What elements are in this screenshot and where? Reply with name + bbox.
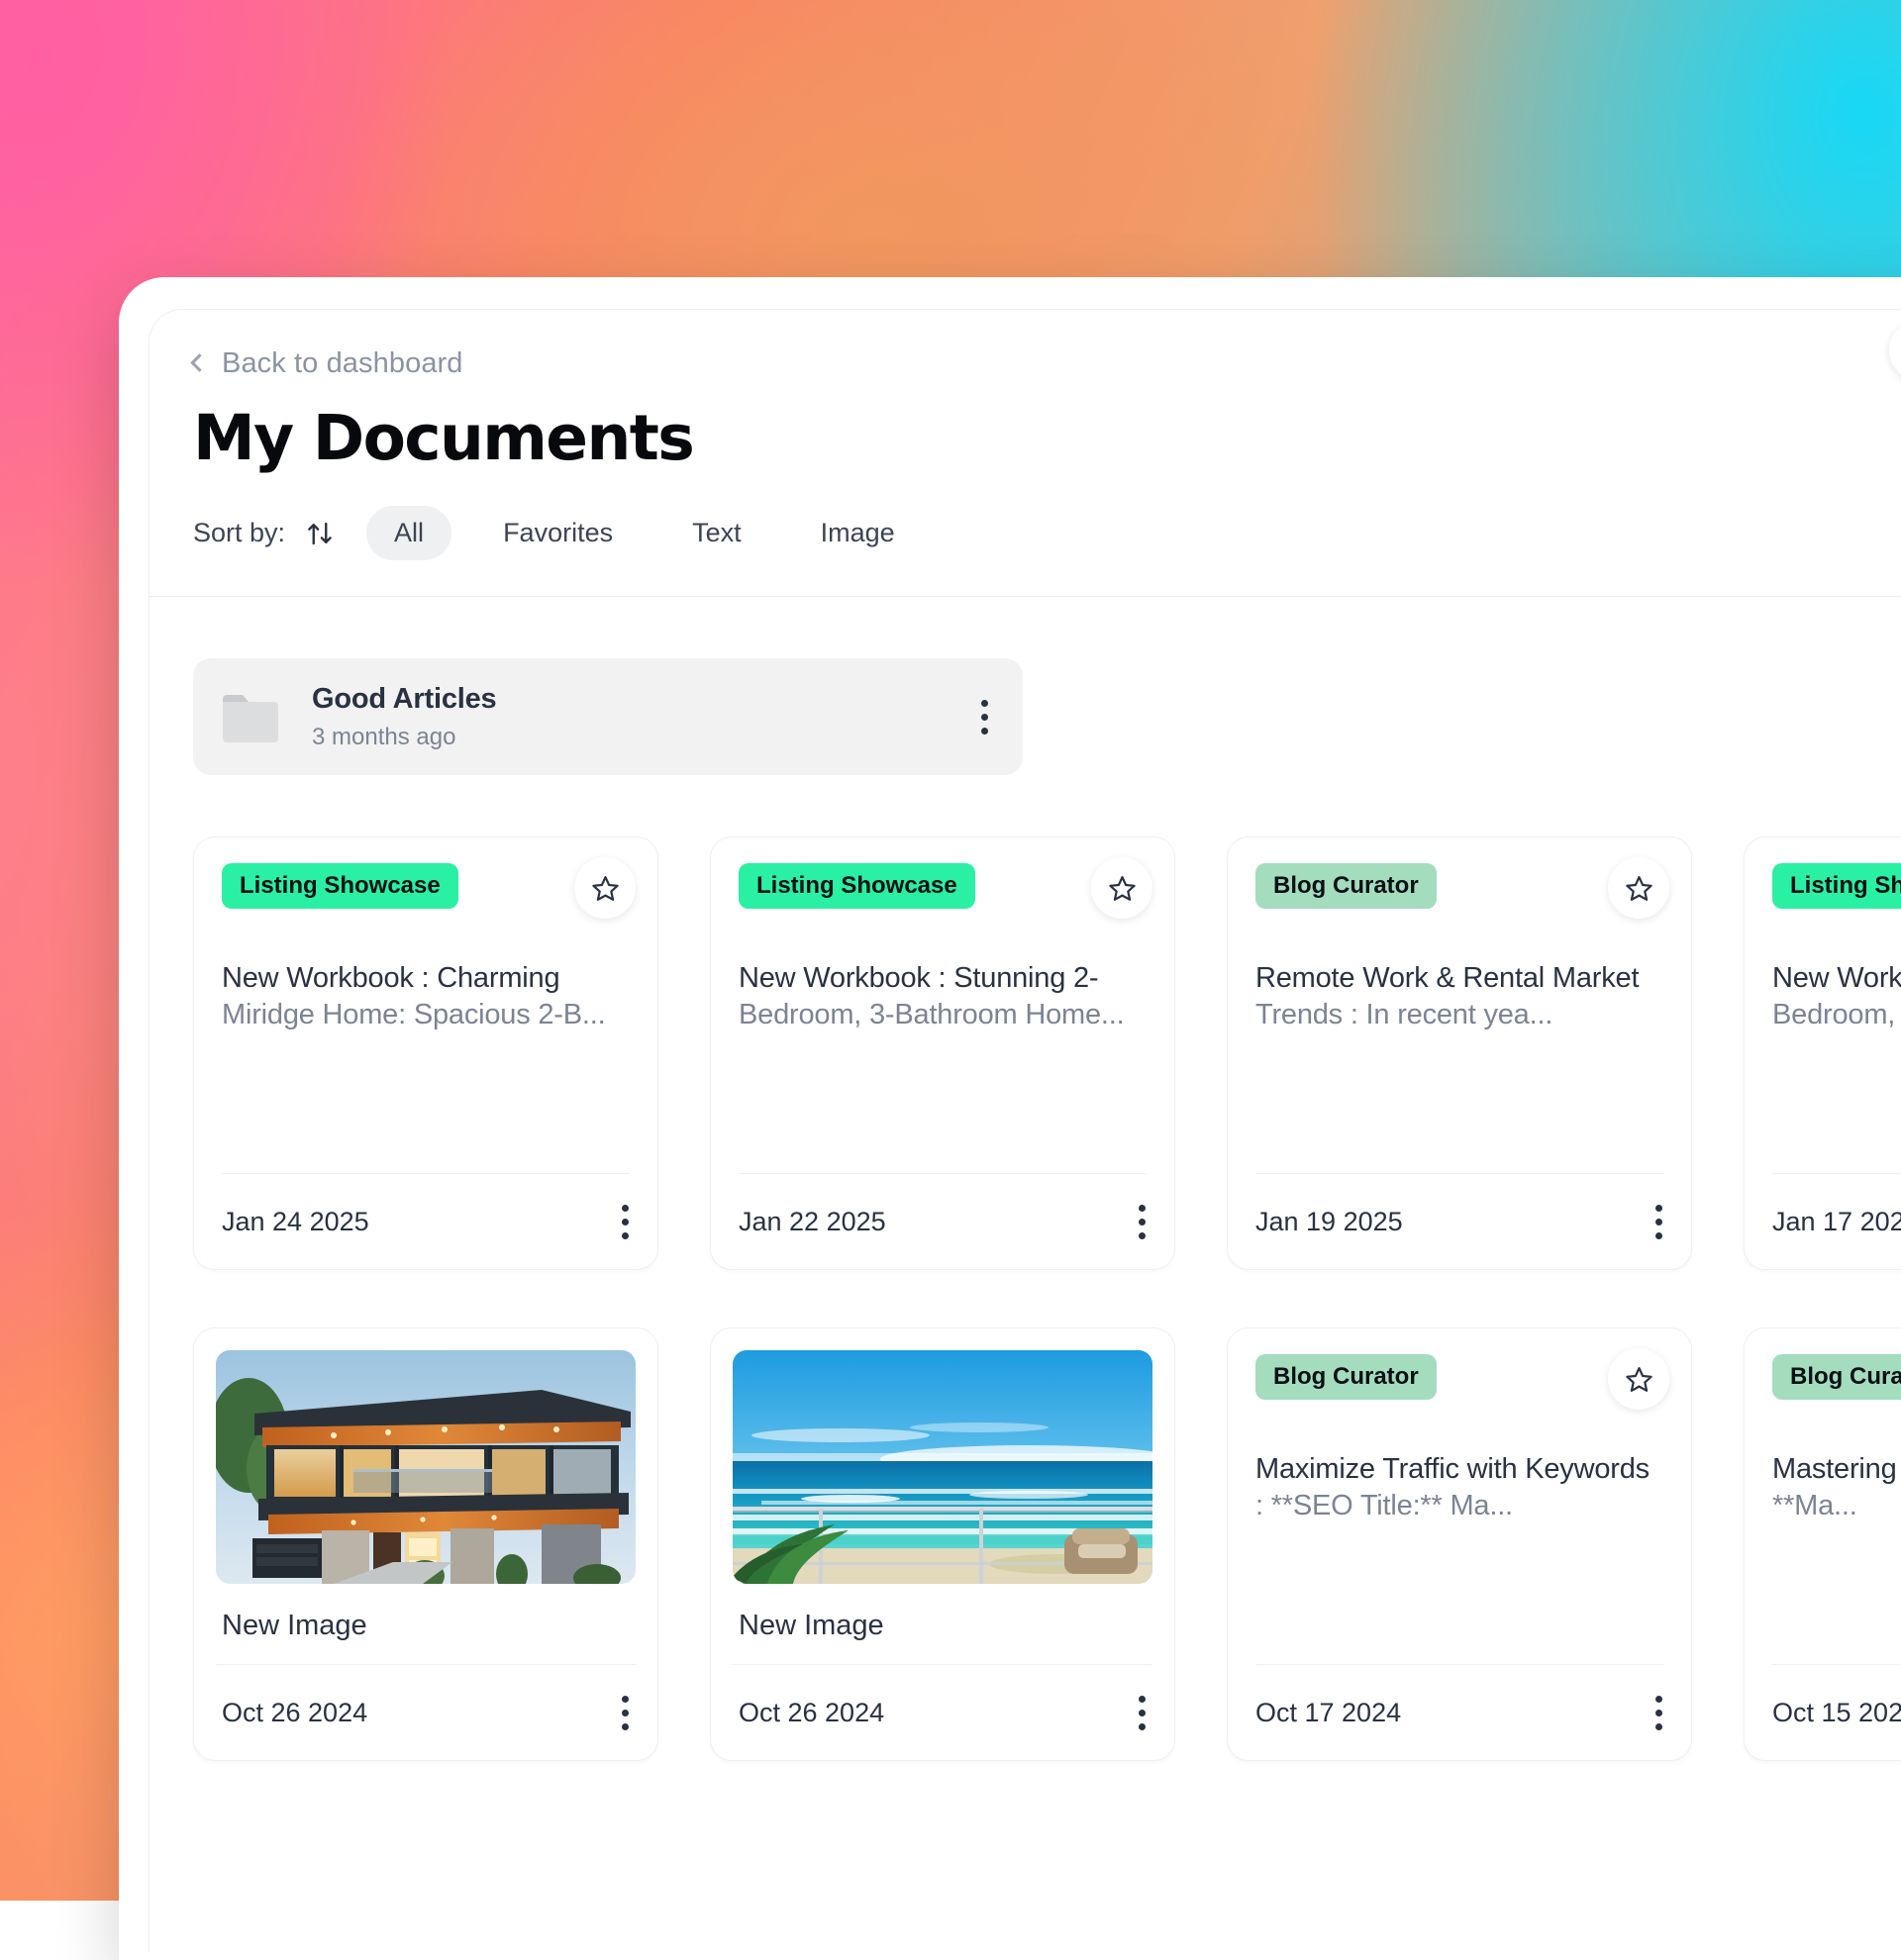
folder-row[interactable]: Good Articles 3 months ago <box>193 658 1023 775</box>
card-kebab-menu-icon[interactable] <box>1653 1205 1663 1239</box>
status-badge: Listing Showcase <box>1772 863 1901 909</box>
card-date: Oct 15 2024 <box>1772 1698 1901 1728</box>
folder-name: Good Articles <box>312 683 979 716</box>
card-title-block: Mastering Keyword Research **Ma... <box>1772 1451 1901 1523</box>
image-card[interactable]: New Image Oct 26 2024 <box>193 1327 658 1761</box>
folder-icon <box>221 691 282 742</box>
card-subtitle: Bedroom, 3-Bathroom Home... <box>739 999 1124 1030</box>
card-title: New Workbook : Stunning 2- <box>1772 962 1901 994</box>
card-title-block: New Workbook : Charming Miridge Home: Sp… <box>222 960 630 1032</box>
card-footer: Oct 26 2024 <box>216 1665 636 1760</box>
card-subtitle: Miridge Home: Spacious 2-B... <box>222 999 605 1030</box>
status-badge: Listing Showcase <box>222 863 458 909</box>
card-spacer <box>1772 1032 1901 1173</box>
card-footer: Jan 17 2025 <box>1772 1174 1901 1269</box>
card-spacer <box>216 1642 636 1664</box>
card-title-block: Maximize Traffic with Keywords : **SEO T… <box>1255 1451 1663 1523</box>
status-badge: Blog Curator <box>1772 1354 1901 1400</box>
status-badge: Blog Curator <box>1255 863 1437 909</box>
card-spacer <box>1255 1523 1663 1664</box>
star-outline-icon[interactable] <box>574 857 636 919</box>
back-to-dashboard-link[interactable]: Back to dashboard <box>193 347 463 380</box>
tab-image[interactable]: Image <box>793 506 923 560</box>
folder-kebab-menu-icon[interactable] <box>979 700 989 735</box>
card-kebab-menu-icon[interactable] <box>1137 1696 1147 1730</box>
card-header: Blog Curator <box>1255 1354 1663 1410</box>
card-title-block: New Workbook : Stunning 2- Bedroom, 3-Ba… <box>739 960 1147 1032</box>
star-outline-icon[interactable] <box>1608 857 1669 919</box>
page-title: My Documents <box>193 402 1901 474</box>
chevron-left-icon <box>190 353 208 371</box>
card-subtitle: : **SEO Title:** Ma... <box>1255 1490 1513 1521</box>
back-to-dashboard-label: Back to dashboard <box>222 347 463 380</box>
star-outline-icon[interactable] <box>1091 857 1152 919</box>
document-grid-row-1: Listing Showcase New Workbook : Charming… <box>193 836 1901 1270</box>
card-date: Jan 24 2025 <box>222 1207 369 1237</box>
document-card[interactable]: Listing Showcase New Workbook : Stunning… <box>1744 836 1901 1270</box>
card-spacer <box>739 1032 1147 1173</box>
sort-arrows-icon[interactable] <box>303 517 337 550</box>
card-footer: Oct 17 2024 <box>1255 1665 1663 1760</box>
documents-body: Good Articles 3 months ago Listing Showc… <box>150 597 1901 1761</box>
card-spacer <box>1772 1523 1901 1664</box>
card-title-block: New Workbook : Stunning 2- Bedroom, 3-Ba… <box>1772 960 1901 1032</box>
card-title-block: Remote Work & Rental Market Trends : In … <box>1255 960 1663 1032</box>
card-footer: Jan 24 2025 <box>222 1174 630 1269</box>
document-card[interactable]: Listing Showcase New Workbook : Stunning… <box>710 836 1175 1270</box>
modern-house-exterior-thumbnail <box>216 1350 636 1584</box>
card-subtitle: **Ma... <box>1772 1490 1857 1521</box>
card-subtitle: Trends : In recent yea... <box>1255 999 1552 1030</box>
filter-toolbar: Sort by: All Favorites Text Image <box>193 506 1901 596</box>
tab-text[interactable]: Text <box>664 506 769 560</box>
card-spacer <box>1255 1032 1663 1173</box>
page-header: Back to dashboard My Documents Sort by: … <box>150 310 1901 596</box>
card-title: Remote Work & Rental Market <box>1255 962 1639 994</box>
card-header: Listing Showcase <box>1772 863 1901 919</box>
sort-by-label: Sort by: <box>193 518 285 548</box>
card-title: New Workbook : Stunning 2- <box>739 962 1098 994</box>
beach-ocean-balcony-thumbnail <box>733 1350 1152 1584</box>
card-title: Mastering Keyword Research <box>1772 1453 1901 1485</box>
card-kebab-menu-icon[interactable] <box>620 1696 630 1730</box>
card-title: Maximize Traffic with Keywords <box>1255 1453 1650 1485</box>
card-footer: Oct 26 2024 <box>733 1665 1152 1760</box>
document-card[interactable]: Blog Curator Mastering Keyword Research … <box>1744 1327 1901 1761</box>
card-kebab-menu-icon[interactable] <box>1653 1696 1663 1730</box>
folder-modified: 3 months ago <box>312 724 979 751</box>
documents-panel: Back to dashboard My Documents Sort by: … <box>149 309 1901 1952</box>
card-kebab-menu-icon[interactable] <box>1137 1205 1147 1239</box>
card-date: Jan 22 2025 <box>739 1207 886 1237</box>
card-footer: Jan 22 2025 <box>739 1174 1147 1269</box>
tab-favorites[interactable]: Favorites <box>475 506 641 560</box>
card-header: Blog Curator <box>1255 863 1663 919</box>
card-date: Oct 26 2024 <box>739 1698 884 1728</box>
card-date: Jan 17 2025 <box>1772 1207 1901 1237</box>
card-header: Listing Showcase <box>222 863 630 919</box>
image-card[interactable]: New Image Oct 26 2024 <box>710 1327 1175 1761</box>
card-subtitle: Bedroom, 3-Bathroom Home... <box>1772 999 1901 1030</box>
card-footer: Oct 15 2024 <box>1772 1665 1901 1760</box>
card-kebab-menu-icon[interactable] <box>620 1205 630 1239</box>
card-date: Oct 26 2024 <box>222 1698 367 1728</box>
card-header: Listing Showcase <box>739 863 1147 919</box>
document-card[interactable]: Listing Showcase New Workbook : Charming… <box>193 836 658 1270</box>
card-date: Jan 19 2025 <box>1255 1207 1403 1237</box>
document-card[interactable]: Blog Curator Maximize Traffic with Keywo… <box>1227 1327 1692 1761</box>
card-title: New Image <box>739 1610 1152 1642</box>
card-title: New Image <box>222 1610 636 1642</box>
status-badge: Listing Showcase <box>739 863 975 909</box>
card-footer: Jan 19 2025 <box>1255 1174 1663 1269</box>
card-header: Blog Curator <box>1772 1354 1901 1410</box>
folder-text-block: Good Articles 3 months ago <box>312 683 979 751</box>
card-spacer <box>733 1642 1152 1664</box>
card-spacer <box>222 1032 630 1173</box>
tab-all[interactable]: All <box>366 506 451 560</box>
document-grid-row-2: New Image Oct 26 2024 <box>193 1327 1901 1761</box>
document-card[interactable]: Blog Curator Remote Work & Rental Market… <box>1227 836 1692 1270</box>
card-date: Oct 17 2024 <box>1255 1698 1401 1728</box>
status-badge: Blog Curator <box>1255 1354 1437 1400</box>
star-outline-icon[interactable] <box>1608 1348 1669 1410</box>
card-title: New Workbook : Charming <box>222 962 559 994</box>
